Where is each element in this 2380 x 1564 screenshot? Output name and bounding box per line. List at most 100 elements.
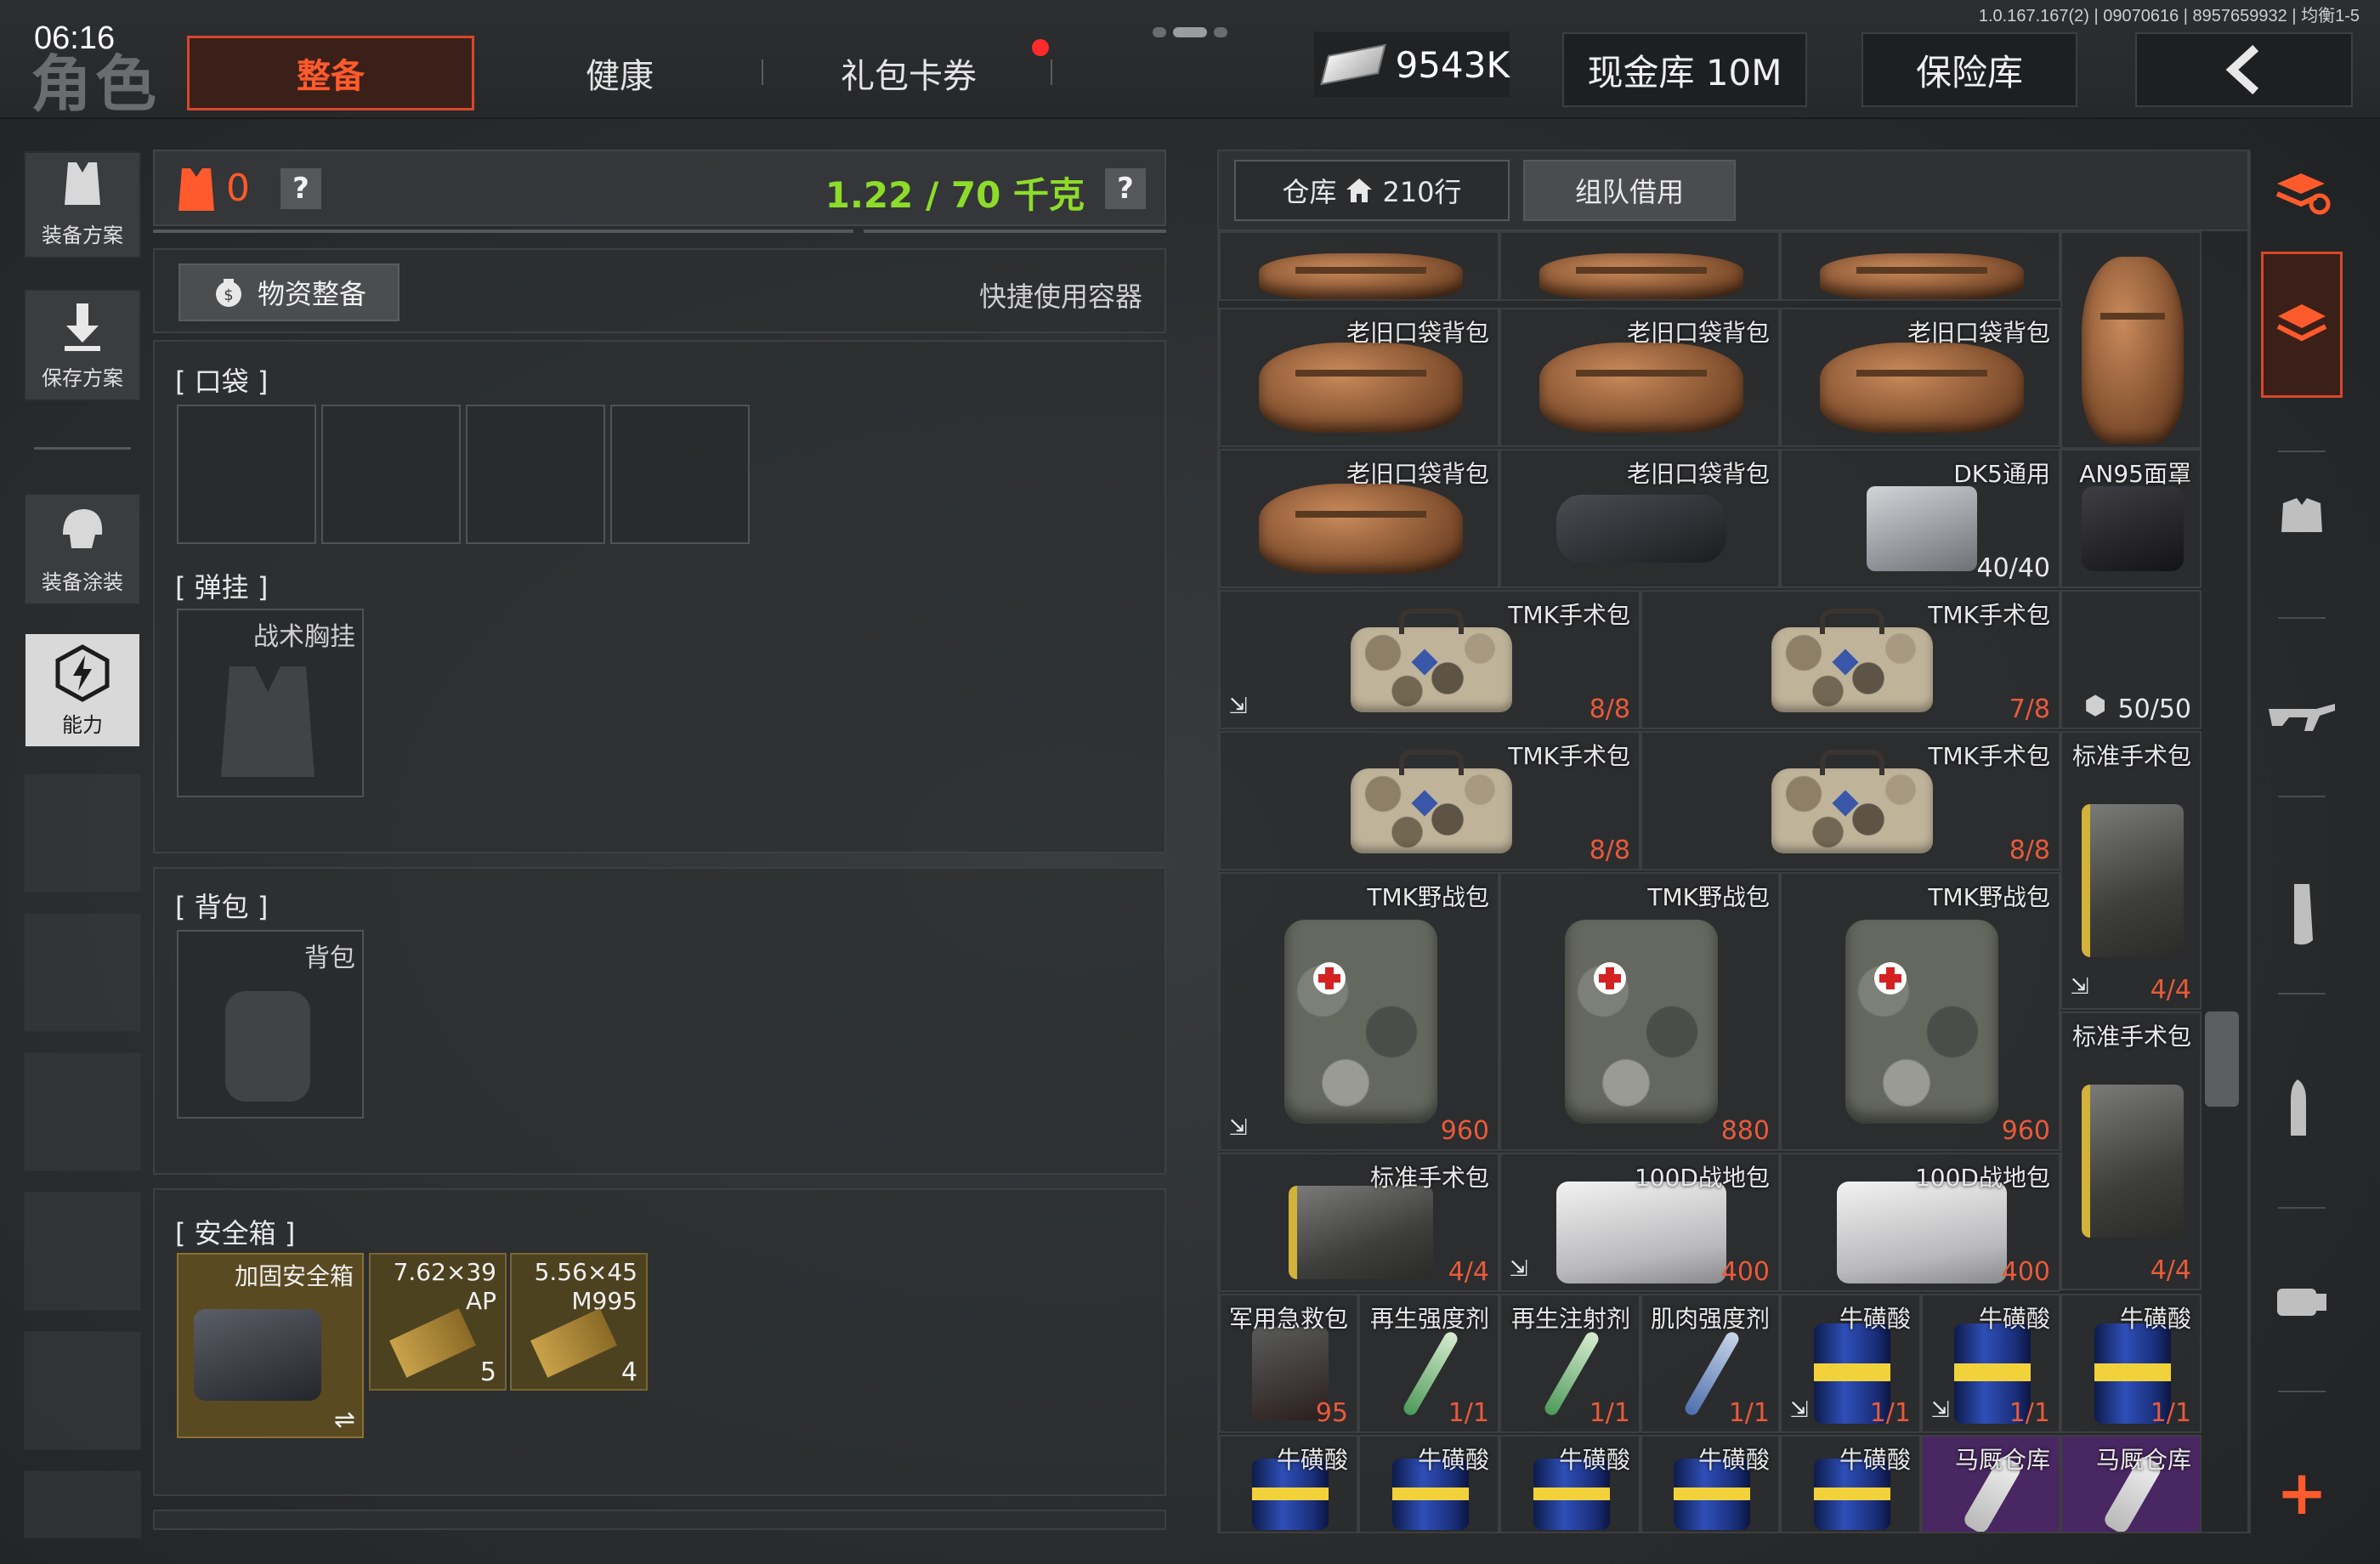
pocket-slot[interactable]	[321, 405, 461, 544]
sidebar-empty-slot	[24, 1052, 141, 1171]
warehouse-item[interactable]: 标准手术包 4/4	[2060, 1012, 2202, 1290]
warehouse-item[interactable]: 老旧口袋背包	[1499, 308, 1780, 447]
sidebar-item-label: 装备涂装	[42, 570, 123, 594]
warehouse-item[interactable]	[1219, 231, 1499, 301]
tab-warehouse[interactable]: 仓库 210行	[1234, 160, 1510, 221]
weight-help-button[interactable]: ?	[1105, 168, 1146, 209]
safebox-swap-icon[interactable]: ⇌	[334, 1405, 355, 1435]
rig-slot[interactable]: 战术胸挂	[177, 609, 364, 797]
warehouse-item[interactable]: 标准手术包 4/4 ⇲	[2060, 731, 2202, 1010]
warehouse-item[interactable]: TMK手术包 8/8	[1219, 731, 1640, 870]
warehouse-item[interactable]: AN95面罩	[2060, 449, 2202, 588]
warehouse-item[interactable]: 再生注射剂 1/1	[1499, 1294, 1640, 1433]
warehouse-item[interactable]	[1780, 231, 2060, 301]
rail-all-items[interactable]	[2261, 252, 2343, 398]
warehouse-item[interactable]: 牛磺酸	[1219, 1435, 1358, 1533]
ammo-slot[interactable]: 7.62×39 AP 5	[369, 1253, 507, 1391]
pocket-slot[interactable]	[177, 405, 316, 544]
pocket-slot[interactable]	[466, 405, 605, 544]
item-name: 马厩仓库	[2095, 1446, 2191, 1474]
item-count: 95	[1315, 1398, 1348, 1428]
ammo-slot[interactable]: 5.56×45 M995 4	[510, 1253, 648, 1391]
warehouse-item[interactable]: 再生强度剂 1/1	[1358, 1294, 1499, 1433]
warehouse-item[interactable]: 100D战地包 400	[1780, 1153, 2060, 1292]
tab-gift-coupons[interactable]: 礼包卡券	[765, 36, 1052, 110]
move-out-icon[interactable]: ⇲	[1931, 1397, 1950, 1423]
surgery-kit-icon	[1771, 750, 1933, 853]
warehouse-item[interactable]: TMK手术包 8/8 ⇲	[1219, 590, 1640, 729]
item-count: 960	[2001, 1116, 2050, 1146]
warehouse-item[interactable]: 标准手术包 4/4	[1219, 1153, 1499, 1292]
backpack-slot[interactable]: 背包	[177, 930, 364, 1119]
item-name: 牛磺酸	[2119, 1305, 2191, 1333]
warehouse-item[interactable]: 肌肉强度剂 1/1	[1640, 1294, 1780, 1433]
warehouse-tab-label: 仓库	[1282, 176, 1337, 208]
warehouse-item[interactable]: 100D战地包 400 ⇲	[1499, 1153, 1780, 1292]
move-out-icon[interactable]: ⇲	[1229, 694, 1248, 719]
warehouse-item[interactable]: TMK手术包 7/8	[1640, 590, 2060, 729]
rail-add-button[interactable]: +	[2261, 1442, 2343, 1544]
warehouse-item[interactable]: 牛磺酸	[1780, 1435, 1921, 1533]
sidebar-abilities[interactable]: 能力	[24, 632, 141, 748]
warehouse-item[interactable]: DK5通用 40/40	[1780, 449, 2060, 588]
item-name: 牛磺酸	[1839, 1446, 1911, 1474]
item-name: 牛磺酸	[1417, 1446, 1489, 1474]
safebox-slot[interactable]: 加固安全箱 ⇌	[177, 1253, 364, 1438]
warehouse-item[interactable]: 牛磺酸	[1499, 1435, 1640, 1533]
armor-icon	[178, 168, 214, 211]
tab-health[interactable]: 健康	[476, 36, 763, 110]
item-name: 100D战地包	[1634, 1164, 1770, 1192]
warehouse-item[interactable]	[2060, 231, 2202, 449]
item-count: 880	[1720, 1116, 1770, 1146]
rail-weapon-filter[interactable]	[2261, 666, 2343, 768]
move-out-icon[interactable]: ⇲	[1229, 1115, 1248, 1141]
warehouse-scrollbar[interactable]	[2205, 1012, 2239, 1107]
warehouse-item[interactable]: TMK野战包 880	[1499, 872, 1780, 1151]
warehouse-item[interactable]: 老旧口袋背包	[1219, 449, 1499, 588]
sidebar-save-preset[interactable]: 保存方案	[24, 289, 141, 401]
warehouse-item[interactable]: 老旧口袋背包	[1780, 308, 2060, 447]
move-out-icon[interactable]: ⇲	[2071, 974, 2089, 1000]
warehouse-item[interactable]: 老旧口袋背包	[1219, 308, 1499, 447]
back-button[interactable]	[2135, 32, 2353, 107]
cash-vault-button[interactable]: 现金库 10M	[1562, 32, 1807, 107]
quick-container-link[interactable]: 快捷使用容器	[979, 275, 1142, 314]
pocket-label: [ 口袋 ]	[175, 366, 269, 398]
warehouse-item[interactable]: TMK手术包 8/8	[1640, 731, 2060, 870]
rail-attachment-filter[interactable]	[2261, 1250, 2343, 1352]
rail-magazine-filter[interactable]	[2261, 864, 2343, 966]
item-count: 400	[1720, 1257, 1770, 1287]
armor-help-button[interactable]: ?	[280, 168, 321, 209]
warehouse-item[interactable]	[1499, 231, 1780, 301]
warehouse-item[interactable]: 牛磺酸 1/1 ⇲	[1921, 1294, 2060, 1433]
warehouse-item[interactable]: 牛磺酸	[1358, 1435, 1499, 1533]
sidebar-loadout-presets[interactable]: 装备方案	[24, 151, 141, 258]
warehouse-item[interactable]: 老旧口袋背包	[1499, 449, 1780, 588]
move-out-icon[interactable]: ⇲	[1510, 1256, 1528, 1282]
rail-sort-button[interactable]	[2261, 141, 2343, 243]
duffel-bag-icon	[1820, 253, 2024, 299]
warehouse-item[interactable]: 牛磺酸	[1640, 1435, 1780, 1533]
supply-prep-button[interactable]: $ 物资整备	[178, 264, 400, 321]
tab-team-loan[interactable]: 组队借用	[1523, 160, 1736, 221]
warehouse-item[interactable]: 马厩仓库	[1921, 1435, 2060, 1533]
item-count: 40/40	[1976, 553, 2050, 583]
item-count: 7/8	[2009, 694, 2050, 724]
safe-vault-button[interactable]: 保险库	[1862, 32, 2077, 107]
tab-loadout[interactable]: 整备	[187, 36, 474, 110]
rail-armor-filter[interactable]	[2261, 464, 2343, 566]
rail-ammo-filter[interactable]	[2261, 1059, 2343, 1161]
warehouse-item[interactable]: 牛磺酸 1/1	[2060, 1294, 2202, 1433]
warehouse-item[interactable]: 马厩仓库	[2060, 1435, 2202, 1533]
warehouse-item[interactable]: 军用急救包 95	[1219, 1294, 1358, 1433]
warehouse-item[interactable]: TMK野战包 960	[1780, 872, 2060, 1151]
warehouse-item[interactable]: TMK野战包 960 ⇲	[1219, 872, 1499, 1151]
item-count: 4/4	[1448, 1257, 1489, 1287]
pocket-slot[interactable]	[610, 405, 750, 544]
warehouse-item[interactable]: 牛磺酸 1/1 ⇲	[1780, 1294, 1921, 1433]
move-out-icon[interactable]: ⇲	[1790, 1397, 1809, 1423]
warehouse-item[interactable]: 50/50 ⬢	[2060, 590, 2202, 729]
item-count: 1/1	[2009, 1398, 2050, 1428]
item-name: 马厩仓库	[1954, 1446, 2050, 1474]
sidebar-gear-skins[interactable]: 装备涂装	[24, 493, 141, 605]
